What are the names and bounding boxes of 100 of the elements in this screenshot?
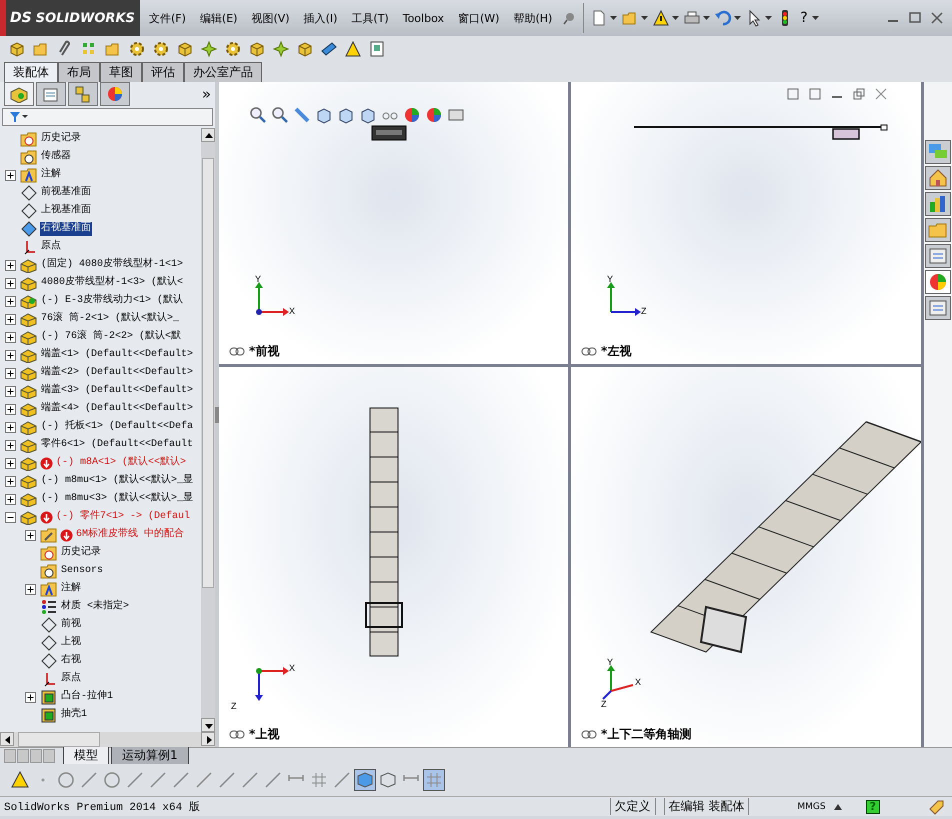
- grid-icon[interactable]: [309, 770, 329, 790]
- expand-toggle-icon[interactable]: [4, 386, 16, 396]
- warning-icon[interactable]: [10, 770, 30, 790]
- command-tab[interactable]: 评估: [142, 62, 184, 82]
- vertical-scrollbar[interactable]: [201, 128, 215, 732]
- help-menu[interactable]: ?: [798, 10, 810, 26]
- gear-icon[interactable]: [224, 40, 242, 58]
- line-icon[interactable]: [194, 770, 214, 790]
- menu-item[interactable]: 编辑(E): [194, 10, 242, 26]
- command-tab[interactable]: 布局: [58, 62, 100, 82]
- tree-item[interactable]: (-) 76滚 筒-2<2> (默认<默: [40, 330, 182, 344]
- cube-icon[interactable]: [296, 40, 314, 58]
- tile-right-icon[interactable]: [809, 88, 821, 100]
- collapse-toggle-icon[interactable]: [4, 512, 16, 522]
- tree-item[interactable]: 上视基准面: [40, 204, 92, 218]
- cube-icon[interactable]: [355, 770, 375, 790]
- zoom-icon[interactable]: [271, 106, 289, 124]
- caret-icon[interactable]: [672, 16, 680, 20]
- caret-icon[interactable]: [641, 16, 648, 20]
- line-icon[interactable]: [148, 770, 168, 790]
- expand-toggle-icon[interactable]: [4, 350, 16, 360]
- line-icon[interactable]: [125, 770, 145, 790]
- panel-tab[interactable]: [4, 82, 34, 106]
- expand-toggle-icon[interactable]: [4, 458, 16, 468]
- expand-toggle-icon[interactable]: [4, 422, 16, 432]
- line-icon[interactable]: [79, 770, 99, 790]
- menu-item[interactable]: Toolbox: [398, 12, 449, 24]
- panel-tab[interactable]: [68, 82, 98, 106]
- sparkle-icon[interactable]: [272, 40, 290, 58]
- maximize-icon[interactable]: [908, 11, 922, 25]
- cube-icon[interactable]: [248, 40, 266, 58]
- tree-item[interactable]: 右视: [60, 654, 82, 668]
- expand-toggle-icon[interactable]: [24, 530, 36, 540]
- line-icon[interactable]: [240, 770, 260, 790]
- tree-item[interactable]: 原点: [60, 672, 82, 686]
- tree-item[interactable]: 上视: [60, 636, 82, 650]
- task-pane-tab[interactable]: [925, 270, 951, 294]
- tree-item[interactable]: (-) 零件7<1> -> (Defaul: [55, 510, 192, 524]
- cube-icon[interactable]: [176, 40, 194, 58]
- menu-item[interactable]: 视图(V): [246, 10, 295, 26]
- tree-item[interactable]: 凸台-拉伸1: [60, 690, 114, 704]
- color-ball-icon[interactable]: [425, 106, 443, 124]
- panel-tab[interactable]: [36, 82, 66, 106]
- close-icon[interactable]: [930, 11, 944, 25]
- tree-item[interactable]: 注解: [60, 582, 82, 596]
- tree-item[interactable]: (-) m8mu<1> (默认<<默认>_显: [40, 474, 194, 488]
- task-pane-tab[interactable]: [925, 218, 951, 242]
- menu-item[interactable]: 窗口(W): [452, 10, 504, 26]
- tree-item[interactable]: 注解: [40, 168, 62, 182]
- scroll-up-icon[interactable]: [201, 128, 215, 142]
- viewport[interactable]: Y X *前视: [219, 82, 568, 364]
- tree-item[interactable]: 76滚 筒-2<1> (默认<默认>_: [40, 312, 180, 326]
- panel-tab[interactable]: [100, 82, 130, 106]
- color-ball-icon[interactable]: [403, 106, 421, 124]
- caret-icon[interactable]: [765, 16, 772, 20]
- document-icon[interactable]: [368, 40, 386, 58]
- bottom-tab[interactable]: 模型: [63, 747, 109, 765]
- viewport[interactable]: X Z *上视: [219, 367, 568, 747]
- tree-item[interactable]: 历史记录: [40, 132, 82, 146]
- expand-toggle-icon[interactable]: [4, 440, 16, 450]
- tree-item[interactable]: 原点: [40, 240, 62, 254]
- task-pane-tab[interactable]: [925, 192, 951, 216]
- sparkle-icon[interactable]: [200, 40, 218, 58]
- tree-item[interactable]: Sensors: [60, 564, 104, 578]
- caret-icon[interactable]: [703, 16, 710, 20]
- expand-toggle-icon[interactable]: [4, 170, 16, 180]
- menu-item[interactable]: 帮助(H): [508, 10, 558, 26]
- cube-icon[interactable]: [337, 106, 355, 124]
- tree-item[interactable]: 端盖<4> (Default<<Default>: [40, 402, 194, 416]
- tree-item[interactable]: 前视基准面: [40, 186, 92, 200]
- restore-icon[interactable]: [853, 88, 865, 100]
- expand-toggle-icon[interactable]: [4, 368, 16, 378]
- expand-toggle-icon[interactable]: [24, 692, 36, 702]
- scroll-down-icon[interactable]: [201, 718, 215, 732]
- tree-item[interactable]: 传感器: [40, 150, 72, 164]
- tree-item[interactable]: 端盖<2> (Default<<Default>: [40, 366, 194, 380]
- tree-item[interactable]: (-) E-3皮带线动力<1> (默认: [40, 294, 184, 308]
- tree-item[interactable]: 端盖<3> (Default<<Default>: [40, 384, 194, 398]
- panel-collapse-handle[interactable]: [215, 406, 219, 422]
- tree-item[interactable]: 6M标准皮带线 中的配合: [75, 528, 186, 542]
- tree-item[interactable]: 零件6<1> (Default<<Default: [40, 438, 194, 452]
- bottom-tab[interactable]: 运动算例1: [111, 747, 189, 765]
- caret-up-icon[interactable]: [834, 804, 842, 810]
- cube-icon[interactable]: [315, 106, 333, 124]
- cube-icon[interactable]: [359, 106, 377, 124]
- gear-icon[interactable]: [128, 40, 146, 58]
- tree-item[interactable]: (固定) 4080皮带线型材-1<1>: [40, 258, 184, 272]
- expand-toggle-icon[interactable]: [4, 404, 16, 414]
- command-tab[interactable]: 草图: [100, 62, 142, 82]
- menu-item[interactable]: 工具(T): [346, 10, 394, 26]
- units-selector[interactable]: MMGS: [797, 802, 826, 812]
- line-icon[interactable]: [217, 770, 237, 790]
- viewport[interactable]: Y Z *左视: [571, 82, 921, 364]
- circle-icon[interactable]: [56, 770, 76, 790]
- expand-toggle-icon[interactable]: [4, 314, 16, 324]
- task-pane-tab[interactable]: [925, 166, 951, 190]
- expand-toggle-icon[interactable]: [4, 332, 16, 342]
- circle-icon[interactable]: [102, 770, 122, 790]
- scroll-left-icon[interactable]: [0, 732, 14, 746]
- tree-item[interactable]: 前视: [60, 618, 82, 632]
